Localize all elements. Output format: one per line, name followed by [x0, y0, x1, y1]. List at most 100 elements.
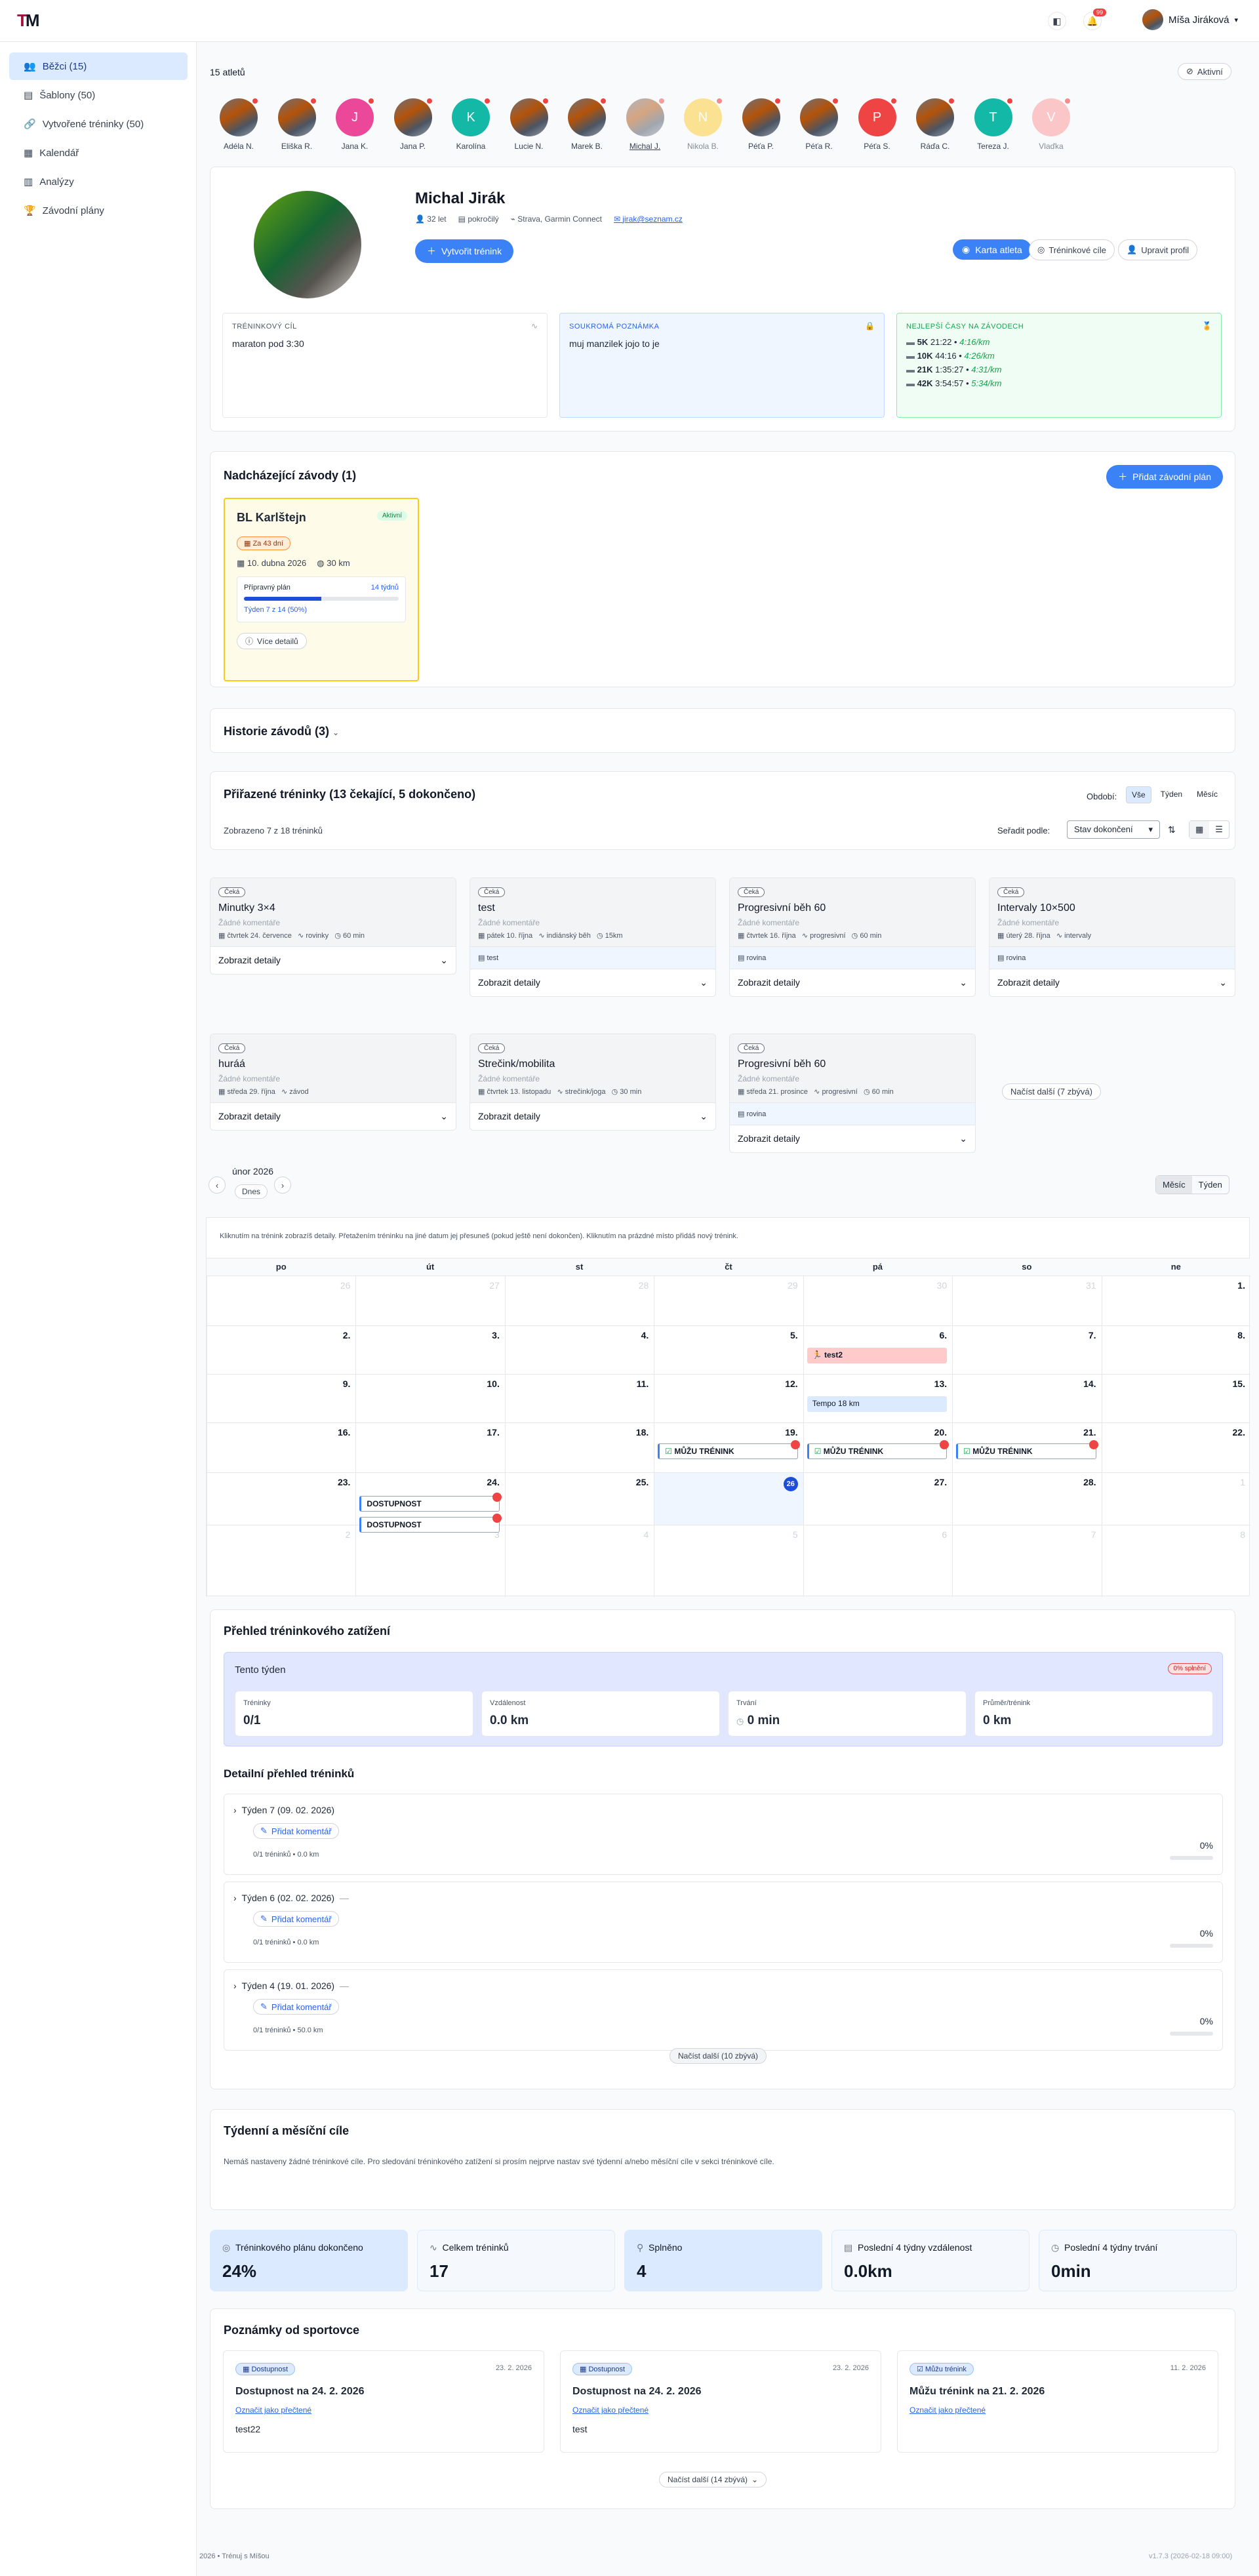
grid-view-icon[interactable]: ▦	[1189, 821, 1210, 838]
panel-toggle-icon[interactable]: ◧	[1048, 12, 1066, 30]
athlete-chip[interactable]: P Péťa S.	[851, 97, 904, 151]
athlete-chip[interactable]: J Jana K.	[329, 97, 381, 151]
athlete-chip[interactable]: N Nikola B.	[677, 97, 729, 151]
calendar-day[interactable]: 31	[952, 1276, 1101, 1325]
athlete-chip[interactable]: Péťa P.	[735, 97, 788, 151]
active-filter-button[interactable]: ⊘ Aktivní	[1178, 63, 1231, 80]
create-training-button[interactable]: ＋ Vytvořit trénink	[415, 239, 514, 263]
training-card[interactable]: Čeká Strečink/mobilita Žádné komentáře ▦ čt…	[470, 1034, 716, 1131]
calendar-day[interactable]: 23.	[207, 1473, 355, 1525]
calendar-day[interactable]: 4.	[504, 1326, 654, 1374]
training-card[interactable]: Čeká Progresivní běh 60 Žádné komentáře ▦ s…	[729, 1034, 976, 1153]
training-card[interactable]: Čeká Minutky 3×4 Žádné komentáře ▦ čtvrtek …	[210, 877, 456, 975]
edit-profile-button[interactable]: 👤 Upravit profil	[1118, 239, 1198, 260]
sort-direction-icon[interactable]: ⇅	[1168, 824, 1176, 835]
calendar-day[interactable]: 7	[952, 1525, 1101, 1597]
calendar-day[interactable]: 26	[207, 1276, 355, 1325]
athlete-chip[interactable]: Ráďa C.	[909, 97, 961, 151]
race-details-button[interactable]: ⓘ Více detailů	[237, 633, 307, 649]
athlete-card-button[interactable]: ◉ Karta atleta	[953, 239, 1031, 260]
calendar-event-tempo[interactable]: Tempo 18 km	[807, 1396, 948, 1412]
calendar-day[interactable]: 27.	[803, 1473, 952, 1525]
load-more-weeks-button[interactable]: Načíst další (10 zbývá)	[669, 2048, 767, 2064]
calendar-day[interactable]: 10.	[355, 1375, 504, 1422]
next-month-button[interactable]: ›	[274, 1177, 291, 1194]
period-week[interactable]: Týden	[1155, 786, 1188, 803]
calendar-day[interactable]: 28	[504, 1276, 654, 1325]
load-more-notes-button[interactable]: Načíst další (14 zbývá) ⌄	[659, 2472, 767, 2487]
prev-month-button[interactable]: ‹	[209, 1177, 226, 1194]
calendar-day[interactable]: 1.	[1101, 1276, 1250, 1325]
month-view-tab[interactable]: Měsíc	[1156, 1176, 1192, 1194]
calendar-day[interactable]: 22.	[1101, 1423, 1250, 1472]
calendar-day[interactable]: 27	[355, 1276, 504, 1325]
sidebar-item-runners[interactable]: 👥 Běžci (15)	[9, 52, 188, 80]
athlete-chip[interactable]: K Karolína	[445, 97, 497, 151]
calendar-event-can-train[interactable]: ☑ MŮŽU TRÉNINK	[658, 1440, 800, 1459]
calendar-day[interactable]: 3	[355, 1525, 504, 1597]
calendar-day[interactable]: 3.	[355, 1326, 504, 1374]
week-detail-row[interactable]: › Týden 6 (02. 02. 2026) — ✎ Přidat komen…	[224, 1882, 1223, 1963]
mark-read-link[interactable]: Označit jako přečtené	[909, 2405, 1206, 2415]
athlete-chip[interactable]: Jana P.	[387, 97, 439, 151]
calendar-day[interactable]: 8	[1101, 1525, 1250, 1597]
week-detail-row[interactable]: › Týden 7 (09. 02. 2026) ✎ Přidat komentá…	[224, 1794, 1223, 1875]
today-button[interactable]: Dnes	[235, 1184, 268, 1199]
add-race-plan-button[interactable]: ＋ Přidat závodní plán	[1106, 465, 1223, 489]
calendar-day[interactable]: 8.	[1101, 1326, 1250, 1374]
calendar-event-can-train[interactable]: ☑ MŮŽU TRÉNINK	[956, 1440, 1098, 1459]
sidebar-item-analytics[interactable]: ▥ Analýzy	[9, 168, 188, 195]
athlete-chip[interactable]: T Tereza J.	[967, 97, 1020, 151]
calendar-day[interactable]: 28.	[952, 1473, 1101, 1525]
calendar-event-can-train[interactable]: ☑ MŮŽU TRÉNINK	[807, 1440, 949, 1459]
add-comment-button[interactable]: ✎ Přidat komentář	[253, 1911, 339, 1927]
training-card[interactable]: Čeká huráá Žádné komentáře ▦ středa 29. říj…	[210, 1034, 456, 1131]
training-card[interactable]: Čeká Intervaly 10×500 Žádné komentáře ▦ úte…	[989, 877, 1235, 997]
mark-read-link[interactable]: Označit jako přečtené	[572, 2405, 869, 2415]
calendar-day[interactable]: 18.	[504, 1423, 654, 1472]
week-view-tab[interactable]: Týden	[1192, 1176, 1229, 1194]
calendar-day[interactable]: 9.	[207, 1375, 355, 1422]
show-details-button[interactable]: Zobrazit detaily ⌄	[730, 969, 975, 996]
calendar-day[interactable]: 11.	[504, 1375, 654, 1422]
calendar-day[interactable]: 2.	[207, 1326, 355, 1374]
race-history-card[interactable]: Historie závodů (3) ⌄	[210, 708, 1235, 753]
sidebar-item-calendar[interactable]: ▦ Kalendář	[9, 139, 188, 167]
training-card[interactable]: Čeká test Žádné komentáře ▦ pátek 10. října…	[470, 877, 716, 997]
athlete-chip[interactable]: Adéla N.	[212, 97, 265, 151]
calendar-day[interactable]: 29	[654, 1276, 803, 1325]
bell-icon[interactable]: 🔔 99	[1083, 9, 1106, 30]
calendar-day[interactable]: 7.	[952, 1326, 1101, 1374]
calendar-day[interactable]: 15.	[1101, 1375, 1250, 1422]
calendar-day[interactable]: 16.	[207, 1423, 355, 1472]
sidebar-item-templates[interactable]: ▤ Šablony (50)	[9, 81, 188, 109]
show-details-button[interactable]: Zobrazit detaily ⌄	[730, 1125, 975, 1152]
calendar-day[interactable]: 5.	[654, 1326, 803, 1374]
show-details-button[interactable]: Zobrazit detaily ⌄	[210, 1102, 456, 1130]
calendar-day[interactable]: 6	[803, 1525, 952, 1597]
profile-email[interactable]: ✉ jirak@seznam.cz	[614, 214, 683, 224]
calendar-day[interactable]: 14.	[952, 1375, 1101, 1422]
sidebar-item-race-plans[interactable]: 🏆 Závodní plány	[9, 197, 188, 224]
sort-select[interactable]: Stav dokončení ▾	[1067, 820, 1160, 839]
calendar-event-availability[interactable]: DOSTUPNOST	[359, 1493, 502, 1512]
calendar-day[interactable]: 12.	[654, 1375, 803, 1422]
training-card[interactable]: Čeká Progresivní běh 60 Žádné komentáře ▦ č…	[729, 877, 976, 997]
athlete-chip[interactable]: Péťa R.	[793, 97, 845, 151]
athlete-chip[interactable]: Eliška R.	[271, 97, 323, 151]
calendar-day[interactable]: 1	[1101, 1473, 1250, 1525]
athlete-chip[interactable]: Marek B.	[561, 97, 613, 151]
list-view-icon[interactable]: ☰	[1209, 821, 1229, 838]
athlete-chip[interactable]: Lucie N.	[503, 97, 555, 151]
mark-read-link[interactable]: Označit jako přečtené	[235, 2405, 532, 2415]
calendar-day[interactable]: 4	[504, 1525, 654, 1597]
calendar-day[interactable]: 2	[207, 1525, 355, 1597]
calendar-event-availability[interactable]: DOSTUPNOST	[359, 1514, 502, 1533]
app-logo[interactable]: TM	[17, 10, 41, 31]
race-card[interactable]: BL Karlštejn Aktivní ▦ Za 43 dní ▦ 10. d…	[224, 498, 419, 681]
calendar-day[interactable]: 25.	[504, 1473, 654, 1525]
calendar-day[interactable]: 5	[654, 1525, 803, 1597]
calendar-event-race[interactable]: 🏃 test2	[807, 1348, 948, 1363]
period-month[interactable]: Měsíc	[1191, 786, 1223, 803]
calendar-day[interactable]: 30	[803, 1276, 952, 1325]
